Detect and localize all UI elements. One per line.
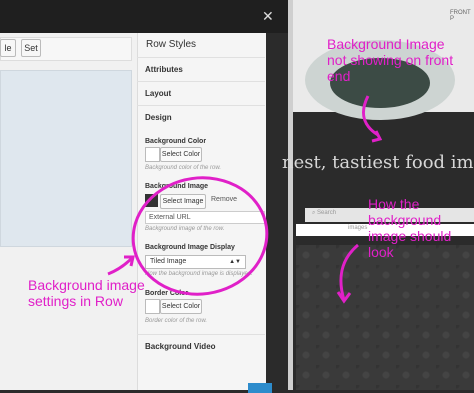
annotation-left: Background image settings in Row [28, 277, 145, 309]
arrow-left [107, 256, 134, 276]
arrow-mid [339, 243, 359, 301]
annotation-mid-right: How the background image should look [368, 196, 452, 260]
annotation-top-right: Background Image not showing on front en… [327, 36, 454, 84]
highlight-circle [131, 176, 269, 296]
arrow-top [361, 95, 379, 137]
